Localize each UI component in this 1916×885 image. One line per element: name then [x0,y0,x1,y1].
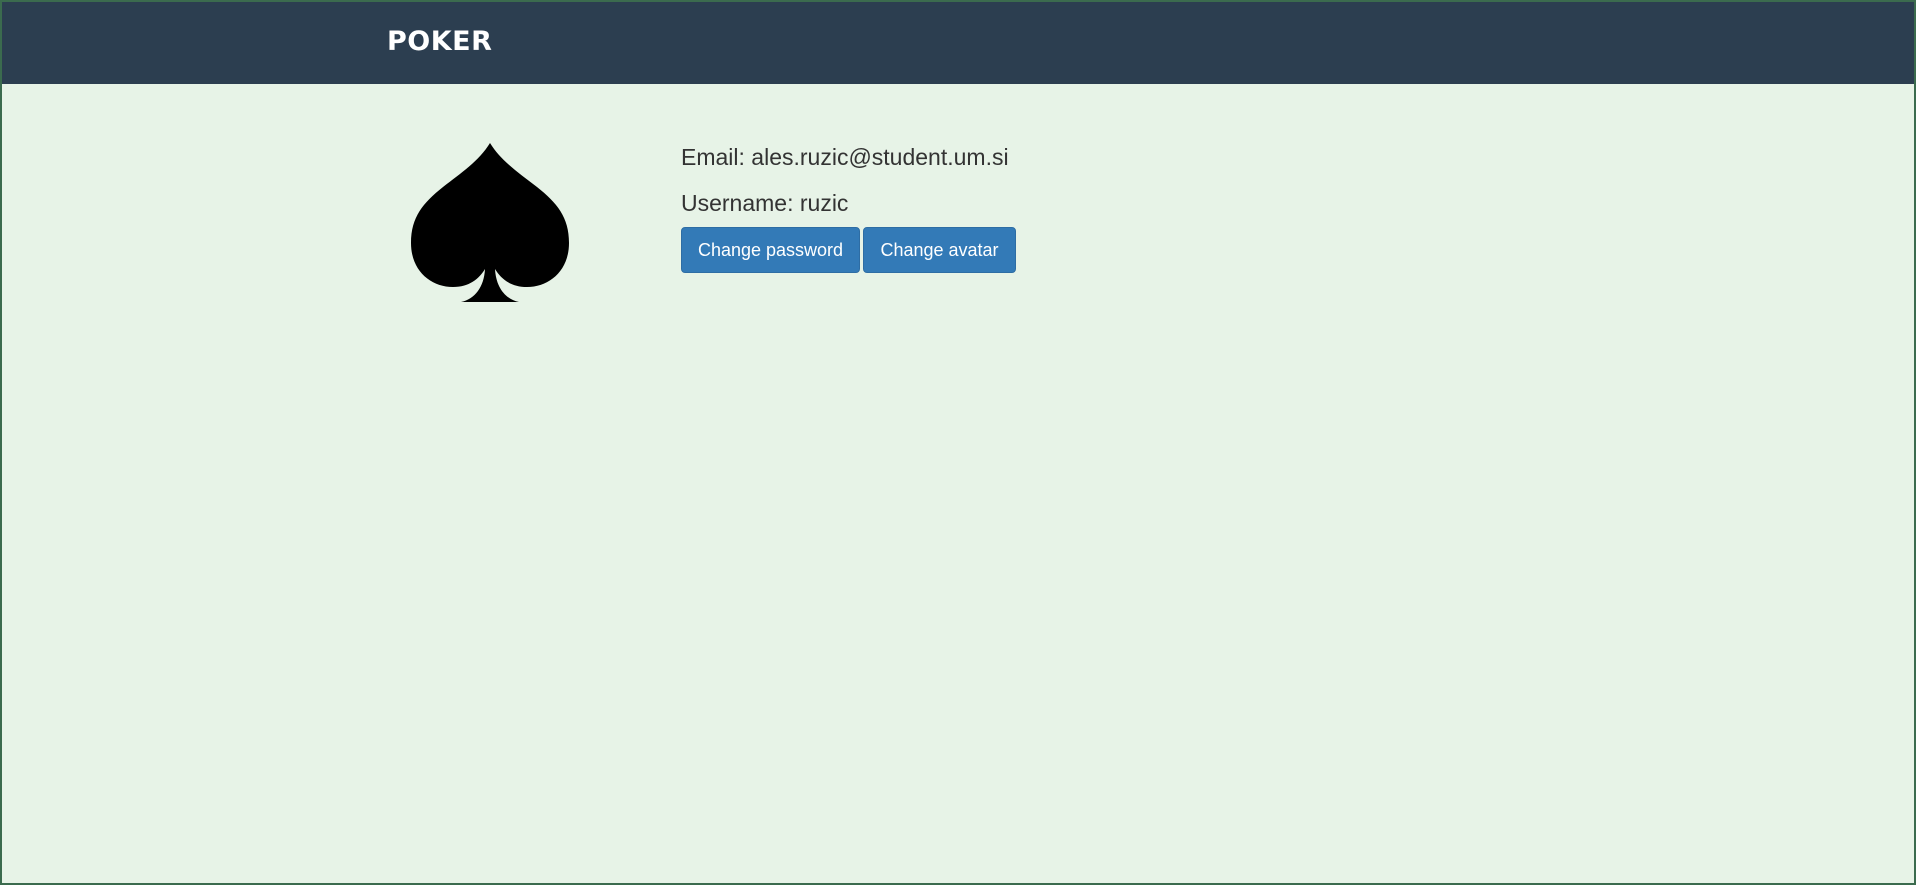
top-navbar: POKER [2,2,1914,84]
email-line: Email: ales.ruzic@student.um.si [681,142,1009,172]
email-label: Email: [681,144,745,170]
brand-link[interactable]: POKER [387,26,492,57]
change-password-button[interactable]: Change password [681,227,860,273]
username-line: Username: ruzic [681,188,848,218]
avatar [409,141,571,303]
email-value: ales.ruzic@student.um.si [751,144,1009,170]
change-avatar-button[interactable]: Change avatar [863,227,1016,273]
profile-actions: Change password Change avatar [681,227,1016,273]
app-window: POKER Email: ales.ruzic@student.um.si Us… [0,0,1916,885]
username-label: Username: [681,190,794,216]
spade-icon [411,143,569,302]
username-value: ruzic [799,190,849,216]
